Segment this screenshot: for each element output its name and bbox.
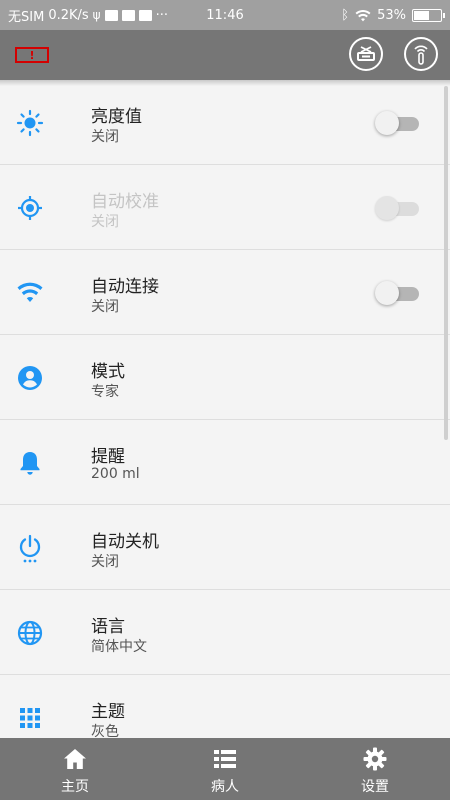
device-battery-mark: ! [29,48,35,62]
globe-icon [16,619,44,647]
device-disconnected-icon [357,46,375,61]
setting-title: 语言 [91,617,125,637]
setting-value: 关闭 [91,554,119,570]
setting-auto-shutdown[interactable]: 自动关机 关闭 [0,505,450,590]
device-info-button[interactable] [404,37,438,71]
battery-icon [412,8,445,22]
setting-language[interactable]: 语言 简体中文 [0,590,450,675]
image-notification-icon [104,9,118,21]
setting-value: 关闭 [91,214,119,230]
setting-title: 自动校准 [91,192,159,212]
setting-theme[interactable]: 主题 灰色 [0,675,450,738]
setting-value: 专家 [91,384,119,400]
setting-value: 灰色 [91,724,119,738]
brightness-toggle[interactable] [375,111,419,135]
mail-icon-2 [138,9,152,21]
setting-title: 自动连接 [91,277,159,297]
setting-value: 200 ml [91,466,140,482]
account-circle-icon [16,364,44,392]
app-bar-shadow [0,80,450,86]
app-bar: ! [0,30,450,80]
setting-value: 关闭 [91,299,119,315]
setting-title: 亮度值 [91,107,142,127]
power-icon [16,534,44,563]
auto-calibrate-toggle [375,196,419,220]
usb-icon: ψ [92,8,101,22]
more-notifications-icon: ··· [155,7,168,23]
list-scrollbar[interactable] [444,86,448,440]
setting-value: 关闭 [91,129,119,145]
network-speed: 0.2K/s [48,7,89,23]
nav-label: 设置 [361,779,389,795]
setting-value: 简体中文 [91,639,147,655]
mail-icon [121,9,135,21]
nav-patients[interactable]: 病人 [150,738,300,800]
home-icon [64,749,86,769]
setting-reminder[interactable]: 提醒 200 ml [0,420,450,505]
auto-connect-toggle[interactable] [375,281,419,305]
nav-label: 病人 [211,779,239,795]
settings-list[interactable]: 亮度值 关闭 自动校准 关闭 自动连接 关闭 模式 专家 提醒 200 ml 自… [0,80,450,738]
setting-title: 模式 [91,362,125,382]
device-remote-icon [414,45,428,65]
setting-brightness[interactable]: 亮度值 关闭 [0,80,450,165]
gear-icon [363,747,387,771]
bluetooth-icon: ᛒ [341,7,350,23]
wifi-status-icon [355,9,371,21]
battery-percent: 53% [377,7,406,23]
setting-auto-calibrate: 自动校准 关闭 [0,165,450,250]
setting-mode[interactable]: 模式 专家 [0,335,450,420]
device-battery-warning-icon: ! [15,47,49,63]
status-bar: 无SIM 0.2K/s ψ ··· 11:46 ᛒ 53% [0,0,450,30]
setting-auto-connect[interactable]: 自动连接 关闭 [0,250,450,335]
carrier-text: 无SIM [8,9,45,25]
setting-title: 自动关机 [91,532,159,552]
nav-settings[interactable]: 设置 [300,738,450,800]
setting-title: 提醒 [91,447,125,467]
nav-label: 主页 [61,779,89,795]
setting-title: 主题 [91,702,125,722]
bottom-navigation: 主页 病人 设置 [0,738,450,800]
brightness-icon [16,109,44,137]
grid-icon [16,704,44,732]
list-icon [214,750,236,768]
nav-home[interactable]: 主页 [0,738,150,800]
wifi-icon [16,279,44,307]
clock: 11:46 [206,7,244,23]
gps-target-icon [16,194,44,222]
bell-icon [16,449,44,477]
device-connect-button[interactable] [349,37,383,71]
